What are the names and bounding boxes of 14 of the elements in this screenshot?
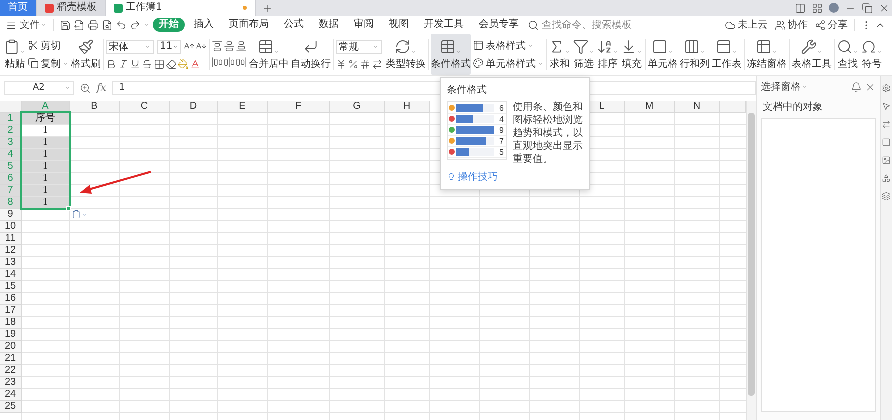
preview-value: 4 [498, 114, 505, 124]
pane-label: 文档中的对象 [763, 100, 824, 114]
table-cell: 1 [22, 137, 70, 149]
table-cell: 序号 [22, 113, 70, 125]
table-cell: 1 [22, 185, 70, 197]
tooltip-title: 条件格式 [447, 84, 488, 97]
table-cell: 1 [22, 161, 70, 173]
preview-value: 9 [498, 126, 505, 134]
tooltip-description: 使用条、颜色和图标轻松地浏览趋势和模式，以直观地突出显示重要值。 [513, 101, 583, 166]
preview-value: 7 [498, 136, 505, 146]
table-cell: 1 [22, 149, 70, 161]
table-cell: 1 [22, 173, 70, 185]
preview-value: 6 [498, 104, 505, 112]
preview-value: 5 [498, 148, 505, 156]
